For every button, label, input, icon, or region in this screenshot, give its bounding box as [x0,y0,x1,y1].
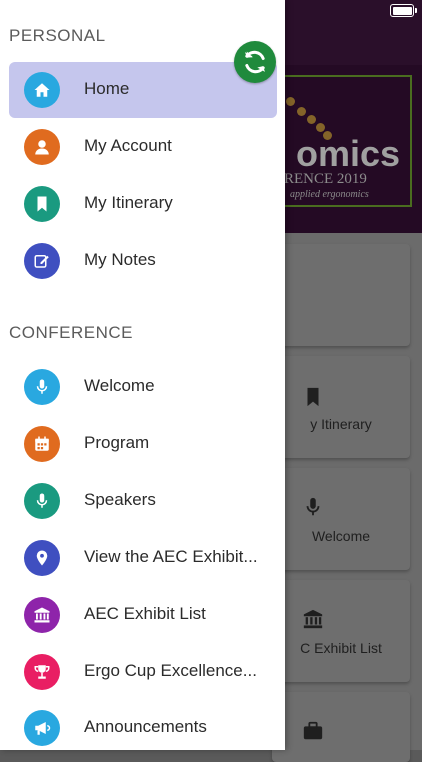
home-icon [24,72,60,108]
briefcase-icon [303,721,323,740]
banner-tagline: applied ergonomics [290,189,369,200]
nav-item-label: View the AEC Exhibit... [84,547,258,566]
nav-item-label: My Notes [84,250,156,269]
dashboard-tile-exhibit-list[interactable]: C Exhibit List [272,580,410,682]
navigation-drawer: PERSONAL Home My Account My Itinerary My… [0,0,285,750]
nav-item-program[interactable]: Program [9,416,277,472]
microphone-icon [24,369,60,405]
dashboard-tile[interactable] [272,244,410,346]
tile-label: C Exhibit List [300,640,382,656]
refresh-icon [245,50,265,74]
calendar-icon [24,426,60,462]
bookmark-icon [307,387,319,407]
dashboard-tile-itinerary[interactable]: y Itinerary [272,356,410,458]
nav-item-ergo-cup[interactable]: Ergo Cup Excellence... [9,644,277,700]
nav-item-speakers[interactable]: Speakers [9,473,277,529]
nav-item-label: Announcements [84,717,207,736]
microphone-icon [306,497,320,516]
nav-item-label: Program [84,433,150,452]
nav-item-label: My Itinerary [84,193,173,212]
nav-item-label: AEC Exhibit List [84,604,206,623]
user-icon [24,129,60,165]
dashboard-tile-welcome[interactable]: Welcome [272,468,410,570]
nav-item-my-account[interactable]: My Account [9,119,277,175]
trophy-icon [24,654,60,690]
tile-label: Welcome [311,528,371,544]
nav-item-label: My Account [84,136,172,155]
nav-item-label: Ergo Cup Excellence... [84,661,257,680]
nav-item-my-notes[interactable]: My Notes [9,233,277,289]
nav-item-label: Home [84,79,130,98]
nav-item-label: Welcome [84,376,155,395]
bank-icon [303,609,323,629]
banner-title: omics [296,133,401,174]
bank-icon [24,597,60,633]
map-marker-icon [24,540,60,576]
sync-button[interactable] [234,41,276,83]
edit-icon [24,243,60,279]
bookmark-icon [24,186,60,222]
tile-label: y Itinerary [310,416,372,432]
section-title-personal: PERSONAL [9,26,106,45]
nav-item-my-itinerary[interactable]: My Itinerary [9,176,277,232]
battery-icon [390,4,417,17]
section-title-conference: CONFERENCE [9,323,134,342]
nav-item-announcements[interactable]: Announcements [9,700,277,756]
microphone-icon [24,483,60,519]
nav-item-welcome[interactable]: Welcome [9,359,277,415]
nav-item-view-exhibit-map[interactable]: View the AEC Exhibit... [9,530,277,586]
nav-item-aec-exhibit-list[interactable]: AEC Exhibit List [9,587,277,643]
megaphone-icon [24,710,60,746]
nav-item-label: Speakers [84,490,156,509]
banner-subtitle: RENCE 2019 [284,171,367,187]
dashboard-tile[interactable] [272,692,410,762]
